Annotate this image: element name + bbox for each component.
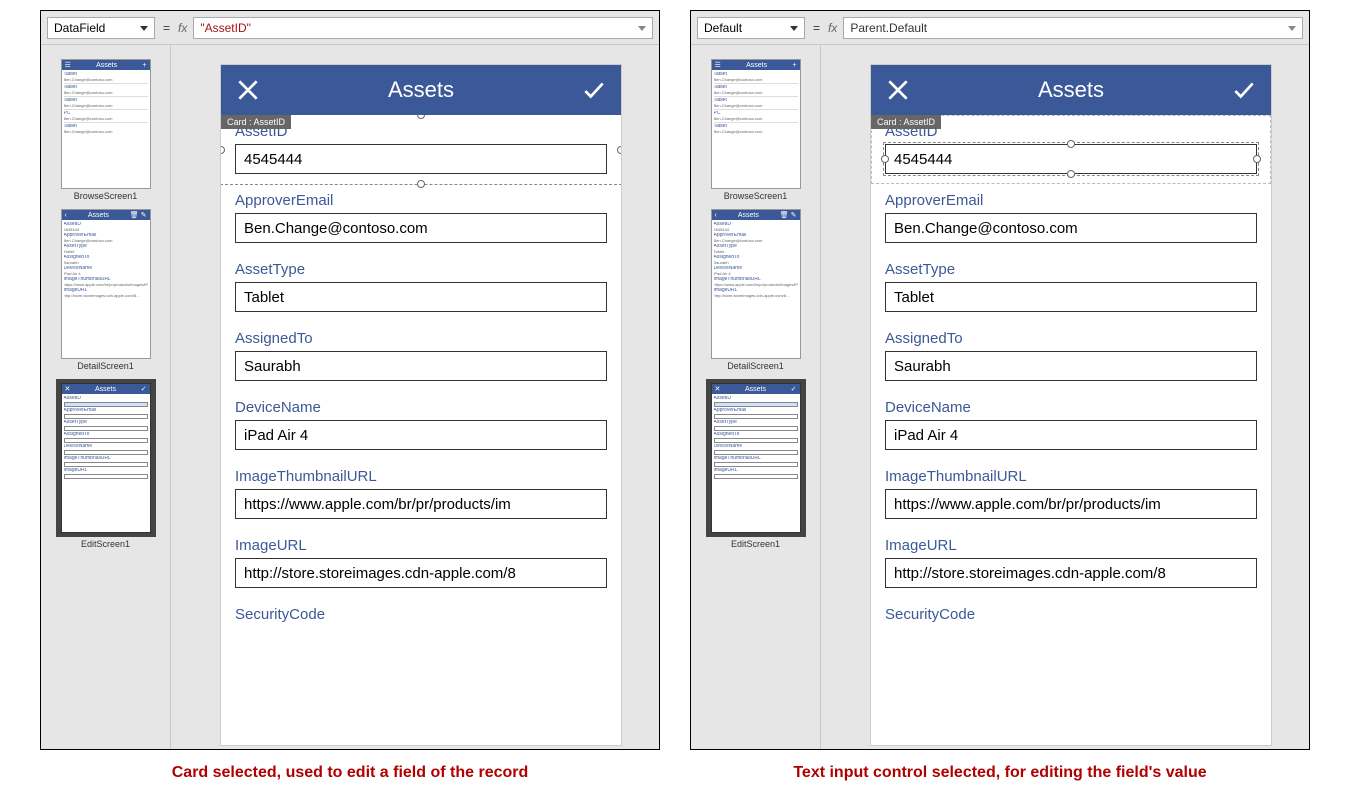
card-devicename[interactable]: DeviceName iPad Air 4 [871, 391, 1271, 460]
card-imageurl[interactable]: ImageURL http://store.storeimages.cdn-ap… [871, 529, 1271, 598]
formula-bar: DataField = fx "AssetID" [41, 11, 659, 45]
formula-text: "AssetID" [200, 21, 251, 35]
edit-form: AssetID 4545444 ApproverEmail Ben.Change… [871, 115, 1271, 637]
field-label: ApproverEmail [885, 192, 1257, 209]
close-icon[interactable] [235, 77, 261, 103]
card-assettype[interactable]: AssetType Tablet [871, 253, 1271, 322]
thumb-label-browse: BrowseScreen1 [45, 191, 166, 201]
field-input-assettype[interactable]: Tablet [885, 282, 1257, 312]
field-input-imagethumbnailurl[interactable]: https://www.apple.com/br/pr/products/im [885, 489, 1257, 519]
field-input-approveremail[interactable]: Ben.Change@contoso.com [235, 213, 607, 243]
field-label: ImageThumbnailURL [885, 468, 1257, 485]
field-input-devicename[interactable]: iPad Air 4 [235, 420, 607, 450]
card-securitycode[interactable]: SecurityCode [221, 598, 621, 637]
edit-form: AssetID 4545444 ApproverEmail Ben.Change… [221, 115, 621, 637]
field-input-imageurl[interactable]: http://store.storeimages.cdn-apple.com/8 [885, 558, 1257, 588]
thumb-edit[interactable]: ✕Assets✓ AssetID ApproverEmail AssetType… [711, 383, 801, 533]
phone-title: Assets [388, 77, 454, 103]
field-input-assetid[interactable]: 4545444 [235, 144, 607, 174]
fx-icon: fx [178, 21, 187, 35]
field-label: ApproverEmail [235, 192, 607, 209]
phone-header: Assets [221, 65, 621, 115]
thumb-label-detail: DetailScreen1 [45, 361, 166, 371]
selection-tag: Card : AssetID [871, 115, 941, 129]
thumb-label-edit: EditScreen1 [45, 539, 166, 549]
formula-input[interactable]: "AssetID" [193, 17, 653, 39]
phone-title: Assets [1038, 77, 1104, 103]
field-label: SecurityCode [235, 606, 607, 623]
property-name: DataField [54, 21, 105, 35]
thumb-label-edit: EditScreen1 [695, 539, 816, 549]
property-select[interactable]: Default [697, 17, 805, 39]
field-label: ImageURL [235, 537, 607, 554]
card-assettype[interactable]: AssetType Tablet [221, 253, 621, 322]
field-label: AssetType [885, 261, 1257, 278]
field-label: SecurityCode [885, 606, 1257, 623]
screens-panel: ☰Assets+ TabletBen.Change@contoso.com Ta… [41, 45, 171, 749]
right-panel: Default = fx Parent.Default ☰Assets+ Tab… [690, 10, 1310, 750]
field-input-devicename[interactable]: iPad Air 4 [885, 420, 1257, 450]
canvas: Assets Card : AssetID AssetID 4545444 [821, 45, 1309, 749]
card-devicename[interactable]: DeviceName iPad Air 4 [221, 391, 621, 460]
card-approveremail[interactable]: ApproverEmail Ben.Change@contoso.com [221, 184, 621, 253]
left-panel: DataField = fx "AssetID" ☰Assets+ Tablet… [40, 10, 660, 750]
thumb-label-detail: DetailScreen1 [695, 361, 816, 371]
field-input-assignedto[interactable]: Saurabh [885, 351, 1257, 381]
field-input-approveremail[interactable]: Ben.Change@contoso.com [885, 213, 1257, 243]
card-imagethumbnailurl[interactable]: ImageThumbnailURL https://www.apple.com/… [871, 460, 1271, 529]
field-label: AssetType [235, 261, 607, 278]
thumb-label-browse: BrowseScreen1 [695, 191, 816, 201]
card-imageurl[interactable]: ImageURL http://store.storeimages.cdn-ap… [221, 529, 621, 598]
thumb-detail[interactable]: ‹Assets🗑 ✎ AssetID4545444 ApproverEmailB… [711, 209, 801, 359]
card-imagethumbnailurl[interactable]: ImageThumbnailURL https://www.apple.com/… [221, 460, 621, 529]
property-name: Default [704, 21, 742, 35]
field-label: AssignedTo [235, 330, 607, 347]
phone-preview: Assets Card : AssetID AssetID 4545444 [871, 65, 1271, 745]
field-label: ImageThumbnailURL [235, 468, 607, 485]
field-label: DeviceName [235, 399, 607, 416]
phone-preview: Assets Card : AssetID AssetID 4545444 [221, 65, 621, 745]
thumb-browse[interactable]: ☰Assets+ TabletBen.Change@contoso.com Ta… [711, 59, 801, 189]
phone-header: Assets [871, 65, 1271, 115]
thumb-browse[interactable]: ☰Assets+ TabletBen.Change@contoso.com Ta… [61, 59, 151, 189]
field-label: DeviceName [885, 399, 1257, 416]
field-input-imageurl[interactable]: http://store.storeimages.cdn-apple.com/8 [235, 558, 607, 588]
card-approveremail[interactable]: ApproverEmail Ben.Change@contoso.com [871, 184, 1271, 253]
left-caption: Card selected, used to edit a field of t… [40, 764, 660, 782]
card-securitycode[interactable]: SecurityCode [871, 598, 1271, 637]
check-icon[interactable] [1231, 77, 1257, 103]
selection-tag: Card : AssetID [221, 115, 291, 129]
field-label: AssignedTo [885, 330, 1257, 347]
screens-panel: ☰Assets+ TabletBen.Change@contoso.com Ta… [691, 45, 821, 749]
card-assignedto[interactable]: AssignedTo Saurabh [871, 322, 1271, 391]
thumb-detail[interactable]: ‹Assets🗑 ✎ AssetID4545444 ApproverEmailB… [61, 209, 151, 359]
thumb-edit[interactable]: ✕Assets✓ AssetID ApproverEmail AssetType… [61, 383, 151, 533]
canvas: Assets Card : AssetID AssetID 4545444 [171, 45, 659, 749]
formula-input[interactable]: Parent.Default [843, 17, 1303, 39]
check-icon[interactable] [581, 77, 607, 103]
right-caption: Text input control selected, for editing… [690, 764, 1310, 782]
field-input-imagethumbnailurl[interactable]: https://www.apple.com/br/pr/products/im [235, 489, 607, 519]
field-input-assettype[interactable]: Tablet [235, 282, 607, 312]
field-label: ImageURL [885, 537, 1257, 554]
formula-text: Parent.Default [850, 21, 927, 35]
property-select[interactable]: DataField [47, 17, 155, 39]
card-assignedto[interactable]: AssignedTo Saurabh [221, 322, 621, 391]
fx-icon: fx [828, 21, 837, 35]
close-icon[interactable] [885, 77, 911, 103]
formula-bar: Default = fx Parent.Default [691, 11, 1309, 45]
field-input-assignedto[interactable]: Saurabh [235, 351, 607, 381]
equals-symbol: = [163, 21, 170, 35]
equals-symbol: = [813, 21, 820, 35]
